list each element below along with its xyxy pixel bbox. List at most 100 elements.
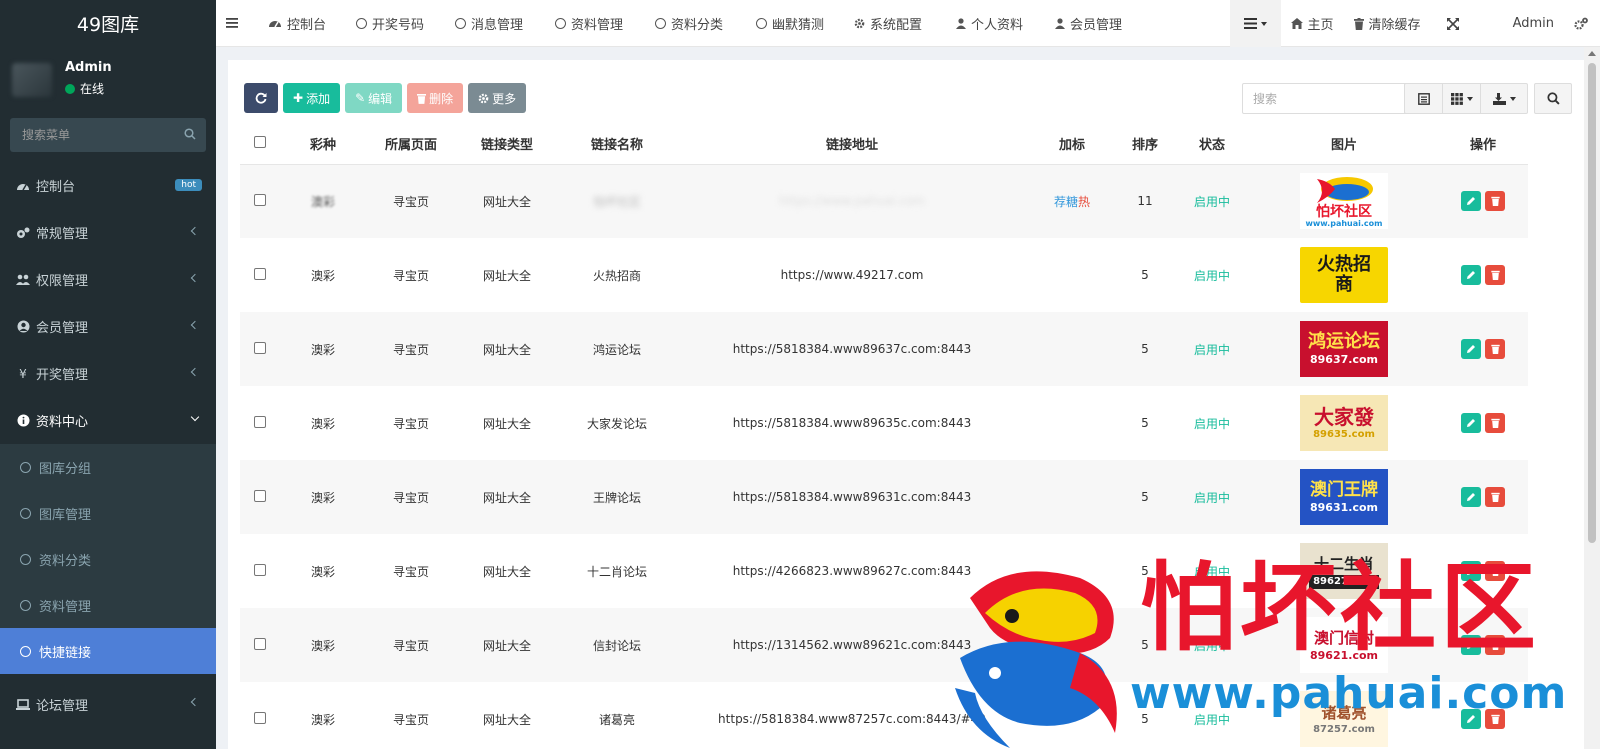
row-edit-button[interactable] [1461,487,1481,507]
clear-cache-button[interactable]: 清除缓存 [1344,0,1431,47]
fullscreen-button[interactable] [1431,0,1497,47]
sidebar-item-dashboard[interactable]: 控制台 hot [0,162,216,209]
row-edit-button[interactable] [1461,561,1481,581]
table-row[interactable]: 澳彩 寻宝页 网址大全 火热招商 https://www.49217.com 5… [240,238,1528,312]
column-header[interactable]: 操作 [1438,124,1528,165]
sidebar-item-permission[interactable]: 权限管理 [0,256,216,303]
row-checkbox[interactable] [254,341,266,354]
table-search-input[interactable] [1242,83,1414,114]
column-header[interactable]: 排序 [1116,124,1174,165]
tab-member-manage[interactable]: 会员管理 [1055,0,1122,47]
column-header[interactable]: 链接类型 [456,124,558,165]
tab-lottery-numbers[interactable]: 开奖号码 [356,0,424,47]
sidebar-subitem-data-category[interactable]: 资料分类 [0,536,216,582]
column-header[interactable]: 所属页面 [366,124,456,165]
row-delete-button[interactable] [1485,487,1505,507]
sidebar-item-general[interactable]: 常规管理 [0,209,216,256]
tab-data-manage[interactable]: 资料管理 [555,0,623,47]
row-delete-button[interactable] [1485,635,1505,655]
tab-messages[interactable]: 消息管理 [455,0,523,47]
sidebar-item-lottery[interactable]: ¥ 开奖管理 [0,350,216,397]
column-header[interactable]: 状态 [1174,124,1250,165]
column-header[interactable]: 彩种 [280,124,366,165]
row-edit-button[interactable] [1461,339,1481,359]
sidebar-subitem-data-manage[interactable]: 资料管理 [0,582,216,628]
scroll-up-arrow-icon[interactable] [1588,51,1596,56]
table-row[interactable]: 澳彩 寻宝页 网址大全 诸葛亮 https://5818384.www87257… [240,682,1528,749]
tab-system-config[interactable]: 系统配置 [854,0,922,47]
home-button[interactable]: 主页 [1281,0,1344,47]
row-edit-button[interactable] [1461,635,1481,655]
table-search-button[interactable] [1534,83,1572,114]
tab-data-category[interactable]: 资料分类 [655,0,723,47]
link-thumbnail[interactable]: 澳门信封 89621.com [1300,617,1388,673]
link-thumbnail[interactable]: 十二生肖 89627.com [1300,543,1388,599]
link-thumbnail[interactable]: 诸葛亮 87257.com [1300,691,1388,747]
row-edit-button[interactable] [1461,191,1481,212]
table-row[interactable]: 澳彩 寻宝页 网址大全 信封论坛 https://1314562.www8962… [240,608,1528,682]
link-thumbnail[interactable]: 鸿运论坛 89637.com [1300,321,1388,377]
table-row[interactable]: 澳彩 寻宝页 网址大全 大家发论坛 https://5818384.www896… [240,386,1528,460]
columns-dropdown-button[interactable] [1443,84,1481,113]
table-row[interactable]: 澳彩 寻宝页 网址大全 王牌论坛 https://5818384.www8963… [240,460,1528,534]
sidebar-toggle-button[interactable] [226,0,238,47]
add-button[interactable]: ✚ 添加 [283,83,341,113]
select-all-checkbox[interactable] [254,135,266,148]
row-edit-button[interactable] [1461,265,1481,285]
link-thumbnail[interactable]: 火热招商 [1300,247,1388,303]
more-button[interactable]: 更多 [468,83,527,113]
sidebar-search-input[interactable] [10,118,206,152]
row-delete-button[interactable] [1485,339,1505,359]
column-header[interactable]: 链接地址 [676,124,1028,165]
tab-humor-guess[interactable]: 幽默猜测 [756,0,824,47]
column-header[interactable]: 加标 [1028,124,1116,165]
row-checkbox[interactable] [254,637,266,650]
row-delete-button[interactable] [1485,265,1505,285]
link-thumbnail[interactable]: 怕坏社区 www.pahuai.com [1300,173,1388,230]
row-checkbox[interactable] [254,415,266,428]
row-delete-button[interactable] [1485,191,1505,212]
refresh-button[interactable] [244,83,278,113]
sidebar-item-members[interactable]: 会员管理 [0,303,216,350]
hamburger-icon [226,18,238,28]
row-checkbox[interactable] [254,267,266,280]
delete-button[interactable]: 删除 [407,83,464,113]
column-header[interactable]: 图片 [1250,124,1438,165]
sidebar-item-forum[interactable]: 论坛管理 [0,674,216,734]
row-delete-button[interactable] [1485,709,1505,729]
link-thumbnail[interactable]: 澳门王牌 89631.com [1300,469,1388,525]
row-checkbox[interactable] [254,489,266,502]
search-icon[interactable] [184,128,196,140]
column-header[interactable]: 链接名称 [558,124,676,165]
table-row[interactable]: 澳彩 寻宝页 网址大全 十二肖论坛 https://4266823.www896… [240,534,1528,608]
row-checkbox[interactable] [254,711,266,724]
sidebar-subitem-gallery-manage[interactable]: 图库管理 [0,490,216,536]
table-row[interactable]: 澳彩 寻宝页 网址大全 怕坏社区 https://www.pahuai.com … [240,164,1528,238]
tab-dashboard[interactable]: 控制台 [268,0,326,47]
row-delete-button[interactable] [1485,413,1505,433]
sidebar-search [10,118,206,152]
sidebar-subitem-quick-links[interactable]: 快捷链接 [0,628,216,674]
sidebar-subitem-label: 资料分类 [39,553,92,569]
row-edit-button[interactable] [1461,709,1481,729]
tabs-dropdown-button[interactable] [1229,0,1281,47]
toggle-card-view-button[interactable] [1405,84,1443,113]
table-row[interactable]: 澳彩 寻宝页 网址大全 鸿运论坛 https://5818384.www8963… [240,312,1528,386]
row-checkbox[interactable] [254,193,266,206]
tab-profile[interactable]: 个人资料 [956,0,1023,47]
link-thumbnail[interactable]: 大家發 89635.com [1300,395,1388,451]
export-dropdown-button[interactable] [1481,84,1527,113]
row-checkbox[interactable] [254,563,266,576]
tab-label: 系统配置 [870,17,923,33]
app-logo[interactable]: 49图库 [0,0,216,47]
edit-button[interactable]: ✎ 编辑 [345,83,403,113]
scrollbar-thumb[interactable] [1588,63,1596,543]
sidebar-item-data-center[interactable]: 资料中心 [0,397,216,444]
row-delete-button[interactable] [1485,561,1505,581]
row-edit-button[interactable] [1461,413,1481,433]
settings-button[interactable] [1570,0,1600,47]
sidebar-subitem-gallery-group[interactable]: 图库分组 [0,444,216,490]
admin-menu[interactable]: Admin [1497,0,1570,47]
circle-icon [20,645,31,657]
page-scrollbar[interactable] [1584,47,1600,749]
